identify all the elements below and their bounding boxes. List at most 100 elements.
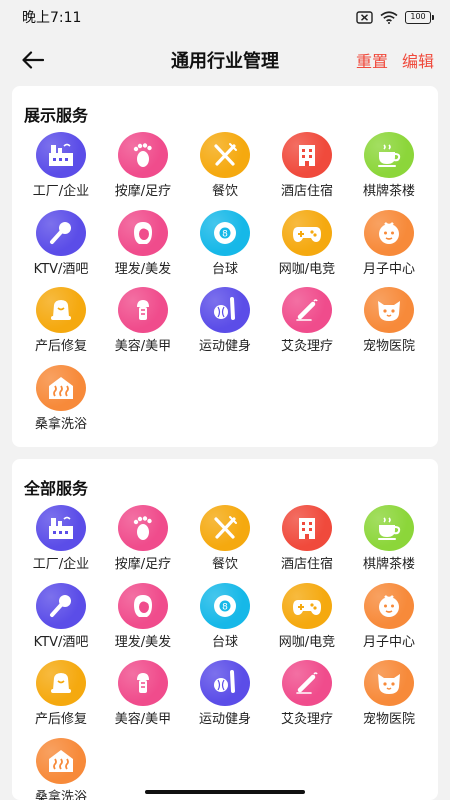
wifi-icon <box>380 10 398 24</box>
service-label: 餐饮 <box>211 184 238 199</box>
cat-icon <box>364 287 414 333</box>
service-label: 美容/美甲 <box>114 339 172 354</box>
service-item[interactable]: 美容/美甲 <box>102 660 184 738</box>
service-item[interactable]: 网咖/电竞 <box>266 209 348 288</box>
home-indicator[interactable] <box>145 790 305 794</box>
service-item[interactable]: 桑拿洗浴 <box>20 364 102 443</box>
service-item[interactable]: 理发/美发 <box>102 209 184 288</box>
service-label: 桑拿洗浴 <box>34 416 87 432</box>
service-label: 宠物医院 <box>362 339 415 354</box>
service-item[interactable]: KTV/酒吧 <box>20 582 102 661</box>
service-item[interactable]: 艾灸理疗 <box>266 287 348 365</box>
section-title: 全部服务 <box>24 479 89 498</box>
nail-icon <box>118 287 168 333</box>
service-label: 理发/美发 <box>114 261 172 277</box>
baby-icon <box>364 209 414 256</box>
service-item[interactable]: 8 台球 <box>184 582 266 661</box>
factory-icon <box>36 505 86 551</box>
hotel-icon <box>282 132 332 178</box>
service-item[interactable]: 餐饮 <box>184 505 266 583</box>
hotel-icon <box>282 505 332 551</box>
service-item[interactable]: 棋牌茶楼 <box>348 505 430 583</box>
baseball-bat-icon <box>200 660 250 706</box>
baby-icon <box>364 582 414 629</box>
hair-icon <box>118 209 168 256</box>
sauna-icon <box>36 364 86 411</box>
service-label: 产后修复 <box>34 712 87 727</box>
service-item[interactable]: 桑拿洗浴 <box>20 737 102 800</box>
service-label: 台球 <box>211 634 238 650</box>
billiard-ball-icon: 8 <box>200 209 250 256</box>
service-label: 按摩/足疗 <box>114 184 172 199</box>
service-label: 月子中心 <box>362 634 415 650</box>
fork-knife-icon <box>200 132 250 178</box>
service-item[interactable]: KTV/酒吧 <box>20 209 102 288</box>
hat-icon <box>36 287 86 333</box>
footprint-icon <box>118 505 168 551</box>
service-item[interactable]: 产后修复 <box>20 287 102 365</box>
service-item[interactable]: 酒店住宿 <box>266 505 348 583</box>
back-button[interactable] <box>18 46 48 74</box>
cat-icon <box>364 660 414 706</box>
moxibustion-icon <box>282 660 332 706</box>
teacup-icon <box>364 505 414 551</box>
service-label: 艾灸理疗 <box>280 712 333 727</box>
service-label: 产后修复 <box>34 339 87 354</box>
svg-text:8: 8 <box>222 229 228 239</box>
status-time: 晚上7:11 <box>22 10 82 26</box>
service-label: 网咖/电竞 <box>278 261 336 277</box>
service-label: 桑拿洗浴 <box>34 789 87 800</box>
sauna-icon <box>36 737 86 784</box>
service-item[interactable]: 理发/美发 <box>102 582 184 661</box>
service-grid: 工厂/企业 按摩/足疗 餐饮 酒店住宿 棋牌茶楼 KTV/酒吧 理发/美发 8 台球 网咖/电竞 月… <box>20 505 430 800</box>
edit-button[interactable]: 编辑 <box>402 48 434 72</box>
factory-icon <box>36 132 86 178</box>
service-label: 工厂/企业 <box>32 557 90 572</box>
service-item[interactable]: 运动健身 <box>184 660 266 738</box>
fork-knife-icon <box>200 505 250 551</box>
gamepad-icon <box>282 209 332 256</box>
service-label: 按摩/足疗 <box>114 557 172 572</box>
service-item[interactable]: 按摩/足疗 <box>102 505 184 583</box>
service-item[interactable]: 产后修复 <box>20 660 102 738</box>
svg-text:8: 8 <box>222 602 228 612</box>
service-item[interactable]: 艾灸理疗 <box>266 660 348 738</box>
service-item[interactable]: 宠物医院 <box>348 287 430 365</box>
sim-card-disabled-icon <box>356 10 373 24</box>
service-item[interactable]: 美容/美甲 <box>102 287 184 365</box>
header: 通用行业管理 重置 编辑 <box>0 34 450 86</box>
service-item[interactable]: 工厂/企业 <box>20 505 102 583</box>
service-item[interactable]: 工厂/企业 <box>20 132 102 210</box>
service-label: 理发/美发 <box>114 634 172 650</box>
status-bar: 晚上7:11 100 <box>0 0 450 34</box>
service-item[interactable]: 按摩/足疗 <box>102 132 184 210</box>
battery-icon: 100 <box>405 10 434 24</box>
footprint-icon <box>118 132 168 178</box>
service-item[interactable]: 月子中心 <box>348 582 430 661</box>
section-all-services: 全部服务 工厂/企业 按摩/足疗 餐饮 酒店住宿 棋牌茶楼 KTV/酒吧 理发/美发 8 台球 网… <box>12 459 438 800</box>
service-label: 美容/美甲 <box>114 712 172 727</box>
service-item[interactable]: 月子中心 <box>348 209 430 288</box>
service-label: 运动健身 <box>198 712 251 727</box>
service-item[interactable]: 网咖/电竞 <box>266 582 348 661</box>
service-label: 网咖/电竞 <box>278 634 336 650</box>
microphone-icon <box>36 582 86 629</box>
section-title: 展示服务 <box>24 106 89 125</box>
reset-button[interactable]: 重置 <box>356 48 388 72</box>
service-label: 工厂/企业 <box>32 184 90 199</box>
service-grid: 工厂/企业 按摩/足疗 餐饮 酒店住宿 棋牌茶楼 KTV/酒吧 理发/美发 8 台球 网咖/电竞 月… <box>20 132 430 442</box>
microphone-icon <box>36 209 86 256</box>
back-arrow-icon <box>22 51 44 69</box>
service-label: 月子中心 <box>362 261 415 277</box>
service-item[interactable]: 宠物医院 <box>348 660 430 738</box>
service-item[interactable]: 8 台球 <box>184 209 266 288</box>
nail-icon <box>118 660 168 706</box>
service-item[interactable]: 棋牌茶楼 <box>348 132 430 210</box>
service-label: 棋牌茶楼 <box>362 557 415 572</box>
service-item[interactable]: 运动健身 <box>184 287 266 365</box>
hat-icon <box>36 660 86 706</box>
status-icons: 100 <box>356 10 434 24</box>
service-item[interactable]: 酒店住宿 <box>266 132 348 210</box>
service-label: KTV/酒吧 <box>33 634 89 650</box>
service-item[interactable]: 餐饮 <box>184 132 266 210</box>
